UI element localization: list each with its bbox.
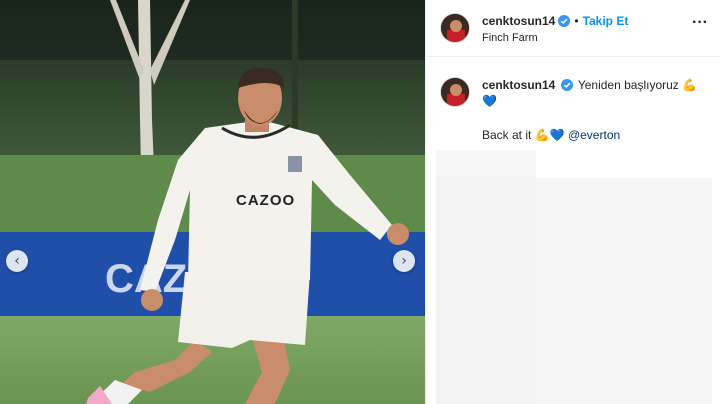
blue-heart-emoji: 💙 <box>482 94 497 108</box>
instagram-post: CAZO CAZOO ‹ › cenktosun14 • Takip Et Fi… <box>0 0 720 404</box>
chevron-right-icon: › <box>401 253 407 269</box>
shirt-sponsor-text: CAZOO <box>236 192 295 209</box>
post-side-panel: cenktosun14 • Takip Et Finch Farm ··· ce… <box>425 0 720 404</box>
mention-link[interactable]: @everton <box>568 128 620 142</box>
caption-line-1: cenktosun14 Yeniden başlıyoruz 💪 💙 <box>482 77 706 109</box>
more-options-icon[interactable]: ··· <box>692 14 708 32</box>
blue-heart-emoji: 💙 <box>549 128 565 142</box>
header-text: cenktosun14 • Takip Et Finch Farm <box>482 12 628 45</box>
flexed-biceps-emoji: 💪 <box>682 78 698 92</box>
username-link[interactable]: cenktosun14 <box>482 14 555 28</box>
location-link[interactable]: Finch Farm <box>482 32 628 44</box>
caption-text-2: Back at it <box>482 128 532 142</box>
post-header: cenktosun14 • Takip Et Finch Farm ··· <box>426 0 720 57</box>
chevron-left-icon: ‹ <box>14 253 20 269</box>
verified-badge-icon <box>560 79 573 91</box>
loading-placeholder <box>436 176 536 404</box>
avatar-image <box>441 78 469 106</box>
previous-photo-button[interactable]: ‹ <box>6 250 28 272</box>
post-photo[interactable]: CAZO CAZOO ‹ › <box>0 0 425 404</box>
flexed-biceps-emoji: 💪 <box>534 128 550 142</box>
caption-avatar[interactable] <box>440 77 470 107</box>
training-photo: CAZO CAZOO <box>0 0 425 404</box>
avatar-image <box>441 14 469 42</box>
caption-line-2: Back at it 💪💙 @everton <box>482 127 706 143</box>
verified-badge-icon <box>558 14 571 27</box>
separator-dot: • <box>574 13 579 28</box>
next-photo-button[interactable]: › <box>393 250 415 272</box>
follow-button[interactable]: Takip Et <box>583 14 629 28</box>
loading-placeholder <box>536 178 712 404</box>
avatar[interactable] <box>440 13 470 43</box>
caption-text: Yeniden başlıyoruz <box>577 78 679 92</box>
caption: cenktosun14 Yeniden başlıyoruz 💪 💙 Back … <box>426 57 720 143</box>
header-line: cenktosun14 • Takip Et <box>482 12 628 29</box>
caption-body: cenktosun14 Yeniden başlıyoruz 💪 💙 Back … <box>482 77 706 143</box>
loading-placeholder <box>436 150 536 176</box>
caption-username[interactable]: cenktosun14 <box>482 78 555 92</box>
